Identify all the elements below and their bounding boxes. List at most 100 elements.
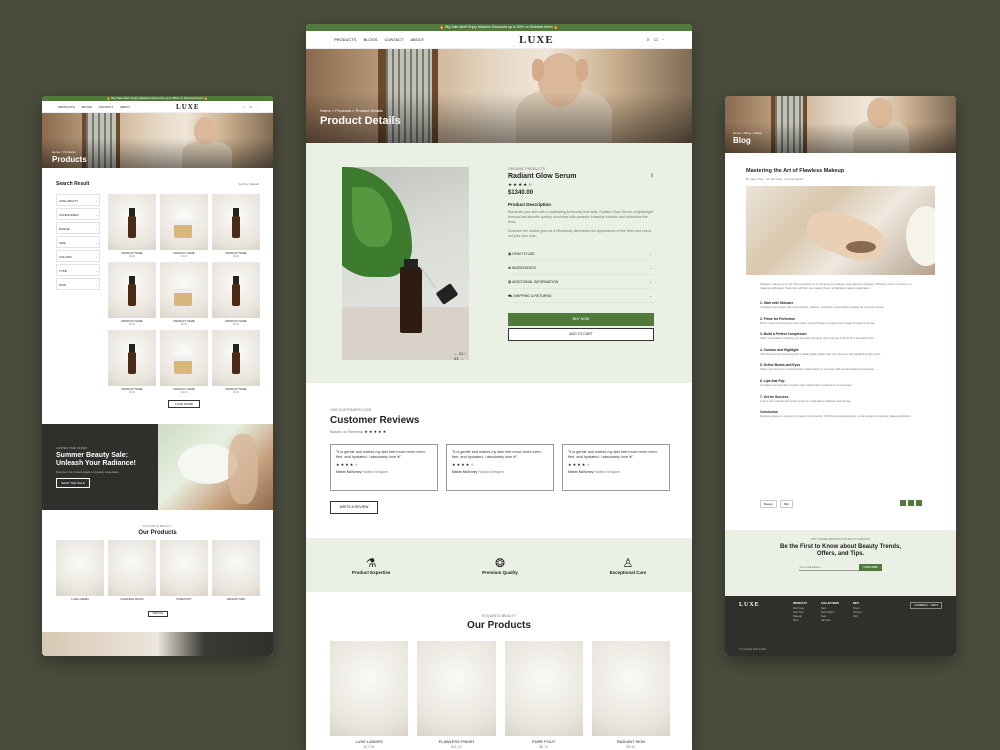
filter-skin[interactable]: SKIN ›	[56, 278, 100, 290]
product-category: ORGANIC PRODUCTS	[508, 167, 545, 171]
tag-beauty[interactable]: Beauty	[760, 500, 777, 508]
filter-availability[interactable]: AVAILABILITY ›	[56, 194, 100, 206]
product-card[interactable]: PRODUCT NAME $0.00	[160, 194, 208, 258]
review-card: "It is gentle and makes my skin feel muc…	[562, 444, 670, 491]
product-card[interactable]: LUXE LASHES $17.54	[330, 641, 409, 749]
article-meta: By Jane Doe · 10 min read · 24 Comments	[746, 177, 804, 181]
footer-link[interactable]: Best Sellers	[821, 611, 839, 614]
sort-select[interactable]: Sort by: Default	[238, 182, 259, 186]
based-on-text: Based on Reviews	[330, 429, 364, 434]
product-card[interactable]: PRODUCT NAME $0.00	[108, 330, 156, 394]
accordion-how-to-use[interactable]: ▣ HOW TO USE ⌄	[508, 247, 654, 261]
footer-column: COLLECTIONS New Best Sellers Sale Gift Sets	[821, 602, 839, 623]
product-image	[108, 194, 156, 250]
filter-size[interactable]: SIZE ›	[56, 236, 100, 248]
email-input[interactable]	[799, 564, 860, 571]
product-panel: ← 01 / 03 → ORGANIC PRODUCTS ⇪ Radiant G…	[306, 143, 692, 383]
product-card[interactable]: PRODUCT NAME $0.00	[212, 330, 260, 394]
tag-skin[interactable]: Skin	[779, 500, 794, 508]
product-card[interactable]: PRODUCT NAME $0.00	[212, 262, 260, 326]
product-card[interactable]: PRODUCT NAME $0.00	[160, 262, 208, 326]
buy-now-button[interactable]: BUY NOW	[508, 313, 654, 326]
twitter-icon[interactable]	[908, 500, 914, 506]
filter-range[interactable]: RANGE ›	[56, 222, 100, 234]
user-icon[interactable]: ◦	[256, 105, 257, 109]
nav-blogs[interactable]: BLOGS	[364, 37, 378, 42]
filter-colors[interactable]: COLORS ›	[56, 250, 100, 262]
review-role: Fashion Designer	[362, 470, 389, 474]
rating-stars: ★★★★☆	[508, 182, 534, 187]
subscribe-button[interactable]: SUBSCRIBE	[859, 564, 882, 571]
nav-blogs[interactable]: BLOGS	[82, 105, 92, 109]
reviews-eyebrow: OUR CUSTOMERS LOVE	[330, 408, 372, 412]
footer-link[interactable]: Hair Care	[793, 611, 807, 614]
currency-select[interactable]: CURRENCY : USD $	[910, 602, 942, 609]
footer-link[interactable]: Sale	[821, 615, 839, 618]
product-details-mockup: 🔥 Big Sale Alert! Enjoy Massive Discount…	[306, 24, 692, 750]
filter-type[interactable]: TYPE ›	[56, 264, 100, 276]
gallery-pager: ← 01 / 03 →	[454, 351, 469, 360]
product-card[interactable]: PRODUCT NAME $0.00	[108, 262, 156, 326]
breadcrumb[interactable]: Home > Products > Product Details	[320, 108, 383, 113]
footer-link[interactable]: Makeup	[793, 615, 807, 618]
products-hero: Home > Products Products	[42, 113, 273, 168]
breadcrumb[interactable]: Home > Products	[52, 150, 75, 154]
accordion-additional-info[interactable]: ▤ ADDITIONAL INFORMATION ⌄	[508, 275, 654, 289]
step-heading: 3. Build a Perfect Complexion	[760, 332, 807, 337]
footer-link[interactable]: Gift Sets	[821, 619, 839, 622]
products-page-mockup: 🔥 Big Sale Alert! Enjoy Massive Discount…	[42, 96, 273, 656]
nav-contact[interactable]: CONTACT	[385, 37, 404, 42]
instagram-icon[interactable]	[916, 500, 922, 506]
nav-about[interactable]: ABOUT	[410, 37, 424, 42]
product-price: $9.90	[626, 745, 636, 749]
product-card[interactable]: LUXE LASHES	[56, 540, 104, 601]
product-card[interactable]: PURE POUT	[160, 540, 208, 601]
nav-about[interactable]: ABOUT	[120, 105, 130, 109]
footer-link[interactable]: Contact	[853, 611, 862, 614]
nav-contact[interactable]: CONTACT	[99, 105, 113, 109]
product-card[interactable]: RADIANT SKIN	[212, 540, 260, 601]
cart-icon[interactable]: ▭	[249, 105, 252, 109]
shop-sale-button[interactable]: SHOP THE SALE	[56, 478, 90, 488]
footer-link[interactable]: New	[821, 607, 839, 610]
product-price: $0.00	[181, 255, 187, 258]
next-arrow-icon[interactable]: →	[460, 356, 464, 360]
add-to-cart-button[interactable]: ADD TO CART	[508, 328, 654, 341]
view-all-button[interactable]: VIEW ALL	[148, 611, 168, 617]
breadcrumb[interactable]: Home > Blog > Article	[733, 131, 762, 135]
footer-logo[interactable]: LUXE	[739, 602, 760, 608]
product-card[interactable]: PRODUCT NAME $0.00	[160, 330, 208, 394]
product-card[interactable]: RADIANT SKIN $9.90	[591, 641, 670, 749]
review-card: "It is gentle and makes my skin feel muc…	[330, 444, 438, 491]
logo[interactable]: LUXE	[176, 103, 199, 111]
nav-products[interactable]: PRODUCTS	[334, 37, 356, 42]
footer-link[interactable]: About	[853, 607, 862, 610]
filter-categories[interactable]: CATEGORIES ›	[56, 208, 100, 220]
article-step: 3. Build a Perfect Complexion Select a fo…	[760, 332, 920, 341]
write-review-button[interactable]: WRITE A REVIEW	[330, 501, 378, 514]
product-card[interactable]: PRODUCT NAME $0.00	[212, 194, 260, 258]
accordion-ingredients[interactable]: ✿ INGREDIENTS ⌄	[508, 261, 654, 275]
person-icon: ♙	[622, 555, 634, 570]
footer: LUXE PRODUCTS Skin Care Hair Care Makeup Bod…	[725, 596, 956, 656]
accordion-shipping[interactable]: ⛟ SHIPPING & RETURNS ⌄	[508, 289, 654, 303]
product-card[interactable]: PRODUCT NAME $0.00	[108, 194, 156, 258]
load-more-button[interactable]: LOAD MORE	[168, 400, 200, 408]
cart-icon[interactable]: ▭	[653, 37, 658, 43]
product-card[interactable]: PURE POUT $8.70	[504, 641, 583, 749]
product-card[interactable]: FLAWLESS FINISH $41.22	[417, 641, 496, 749]
search-icon[interactable]: ⌕	[647, 37, 650, 43]
footer-link[interactable]: Body	[793, 619, 807, 622]
logo[interactable]: LUXE	[519, 34, 554, 46]
facebook-icon[interactable]	[900, 500, 906, 506]
share-icon[interactable]: ⇪	[650, 173, 654, 179]
nav-products[interactable]: PRODUCTS	[58, 105, 75, 109]
chevron-right-icon: ›	[96, 227, 97, 231]
page-title: Products	[52, 155, 87, 164]
search-icon[interactable]: ⌕	[243, 105, 245, 109]
user-icon[interactable]: ◦	[662, 37, 664, 43]
product-card[interactable]: FLAWLESS FINISH	[108, 540, 156, 601]
footer-link[interactable]: FAQ	[853, 615, 862, 618]
product-name: LUXE LASHES	[355, 739, 383, 744]
footer-link[interactable]: Skin Care	[793, 607, 807, 610]
